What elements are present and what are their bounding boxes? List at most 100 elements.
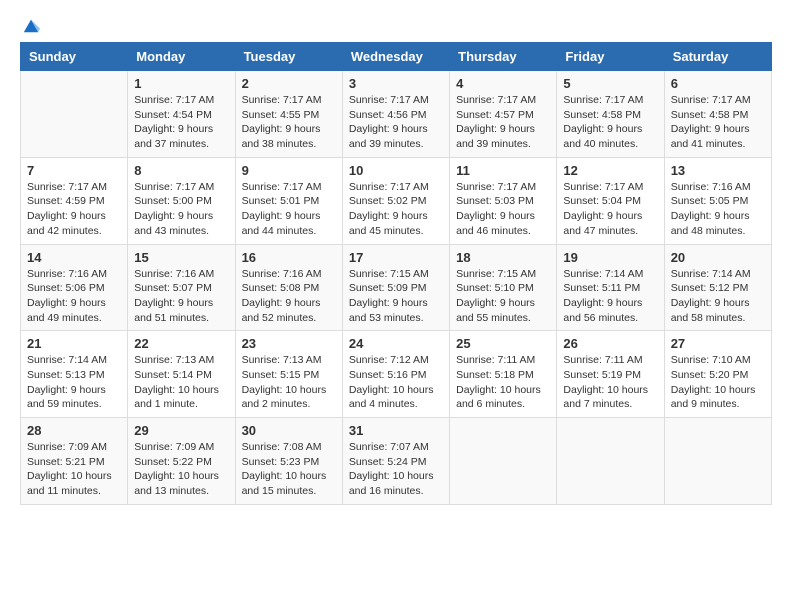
day-header-monday: Monday — [128, 43, 235, 71]
calendar-week-row: 7 Sunrise: 7:17 AM Sunset: 4:59 PM Daylig… — [21, 157, 772, 244]
day-number: 23 — [242, 336, 336, 351]
day-info: Sunrise: 7:11 AM Sunset: 5:18 PM Dayligh… — [456, 353, 550, 412]
day-number: 9 — [242, 163, 336, 178]
day-number: 20 — [671, 250, 765, 265]
day-number: 22 — [134, 336, 228, 351]
day-number: 14 — [27, 250, 121, 265]
day-number: 21 — [27, 336, 121, 351]
calendar-week-row: 21 Sunrise: 7:14 AM Sunset: 5:13 PM Dayli… — [21, 331, 772, 418]
day-info: Sunrise: 7:17 AM Sunset: 5:01 PM Dayligh… — [242, 180, 336, 239]
calendar-day-9: 9 Sunrise: 7:17 AM Sunset: 5:01 PM Daylig… — [235, 157, 342, 244]
calendar-day-16: 16Sunrise: 7:16 AM Sunset: 5:08 PM Dayli… — [235, 244, 342, 331]
day-info: Sunrise: 7:14 AM Sunset: 5:13 PM Dayligh… — [27, 353, 121, 412]
day-info: Sunrise: 7:08 AM Sunset: 5:23 PM Dayligh… — [242, 440, 336, 499]
calendar-day-7: 7 Sunrise: 7:17 AM Sunset: 4:59 PM Daylig… — [21, 157, 128, 244]
day-number: 26 — [563, 336, 657, 351]
calendar-day-24: 24 Sunrise: 7:12 AM Sunset: 5:16 PM Dayli… — [342, 331, 449, 418]
calendar-day-29: 29 Sunrise: 7:09 AM Sunset: 5:22 PM Dayli… — [128, 418, 235, 505]
calendar-table: SundayMondayTuesdayWednesdayThursdayFrid… — [20, 42, 772, 505]
day-info: Sunrise: 7:17 AM Sunset: 4:55 PM Dayligh… — [242, 93, 336, 152]
day-info: Sunrise: 7:17 AM Sunset: 4:58 PM Dayligh… — [563, 93, 657, 152]
day-info: Sunrise: 7:14 AM Sunset: 5:12 PM Dayligh… — [671, 267, 765, 326]
day-info: Sunrise: 7:15 AM Sunset: 5:10 PM Dayligh… — [456, 267, 550, 326]
day-info: Sunrise: 7:07 AM Sunset: 5:24 PM Dayligh… — [349, 440, 443, 499]
day-info: Sunrise: 7:11 AM Sunset: 5:19 PM Dayligh… — [563, 353, 657, 412]
day-info: Sunrise: 7:16 AM Sunset: 5:07 PM Dayligh… — [134, 267, 228, 326]
calendar-day-31: 31Sunrise: 7:07 AM Sunset: 5:24 PM Dayli… — [342, 418, 449, 505]
calendar-empty-cell — [664, 418, 771, 505]
calendar-day-20: 20 Sunrise: 7:14 AM Sunset: 5:12 PM Dayli… — [664, 244, 771, 331]
day-info: Sunrise: 7:17 AM Sunset: 4:54 PM Dayligh… — [134, 93, 228, 152]
calendar-day-4: 4Sunrise: 7:17 AM Sunset: 4:57 PM Daylig… — [450, 71, 557, 158]
calendar-empty-cell — [450, 418, 557, 505]
day-number: 1 — [134, 76, 228, 91]
logo-icon — [22, 16, 40, 34]
calendar-day-17: 17 Sunrise: 7:15 AM Sunset: 5:09 PM Dayli… — [342, 244, 449, 331]
day-number: 19 — [563, 250, 657, 265]
day-number: 7 — [27, 163, 121, 178]
page-header — [20, 16, 772, 34]
day-number: 24 — [349, 336, 443, 351]
calendar-header-row: SundayMondayTuesdayWednesdayThursdayFrid… — [21, 43, 772, 71]
day-info: Sunrise: 7:17 AM Sunset: 4:58 PM Dayligh… — [671, 93, 765, 152]
day-info: Sunrise: 7:12 AM Sunset: 5:16 PM Dayligh… — [349, 353, 443, 412]
day-number: 15 — [134, 250, 228, 265]
day-number: 18 — [456, 250, 550, 265]
calendar-day-18: 18 Sunrise: 7:15 AM Sunset: 5:10 PM Dayli… — [450, 244, 557, 331]
day-number: 10 — [349, 163, 443, 178]
day-header-thursday: Thursday — [450, 43, 557, 71]
calendar-day-27: 27Sunrise: 7:10 AM Sunset: 5:20 PM Dayli… — [664, 331, 771, 418]
day-header-friday: Friday — [557, 43, 664, 71]
day-header-saturday: Saturday — [664, 43, 771, 71]
calendar-day-11: 11 Sunrise: 7:17 AM Sunset: 5:03 PM Dayli… — [450, 157, 557, 244]
day-info: Sunrise: 7:09 AM Sunset: 5:22 PM Dayligh… — [134, 440, 228, 499]
calendar-day-13: 13 Sunrise: 7:16 AM Sunset: 5:05 PM Dayli… — [664, 157, 771, 244]
logo — [20, 16, 40, 34]
day-number: 16 — [242, 250, 336, 265]
calendar-week-row: 14 Sunrise: 7:16 AM Sunset: 5:06 PM Dayli… — [21, 244, 772, 331]
day-number: 11 — [456, 163, 550, 178]
day-number: 29 — [134, 423, 228, 438]
day-info: Sunrise: 7:17 AM Sunset: 5:04 PM Dayligh… — [563, 180, 657, 239]
calendar-week-row: 1 Sunrise: 7:17 AM Sunset: 4:54 PM Daylig… — [21, 71, 772, 158]
day-number: 4 — [456, 76, 550, 91]
day-info: Sunrise: 7:09 AM Sunset: 5:21 PM Dayligh… — [27, 440, 121, 499]
day-info: Sunrise: 7:16 AM Sunset: 5:06 PM Dayligh… — [27, 267, 121, 326]
day-number: 6 — [671, 76, 765, 91]
calendar-day-3: 3Sunrise: 7:17 AM Sunset: 4:56 PM Daylig… — [342, 71, 449, 158]
calendar-day-26: 26 Sunrise: 7:11 AM Sunset: 5:19 PM Dayli… — [557, 331, 664, 418]
day-info: Sunrise: 7:17 AM Sunset: 4:59 PM Dayligh… — [27, 180, 121, 239]
day-info: Sunrise: 7:10 AM Sunset: 5:20 PM Dayligh… — [671, 353, 765, 412]
day-number: 2 — [242, 76, 336, 91]
calendar-day-1: 1 Sunrise: 7:17 AM Sunset: 4:54 PM Daylig… — [128, 71, 235, 158]
calendar-day-28: 28 Sunrise: 7:09 AM Sunset: 5:21 PM Dayli… — [21, 418, 128, 505]
calendar-day-14: 14 Sunrise: 7:16 AM Sunset: 5:06 PM Dayli… — [21, 244, 128, 331]
day-number: 17 — [349, 250, 443, 265]
day-info: Sunrise: 7:14 AM Sunset: 5:11 PM Dayligh… — [563, 267, 657, 326]
calendar-day-12: 12Sunrise: 7:17 AM Sunset: 5:04 PM Dayli… — [557, 157, 664, 244]
day-header-tuesday: Tuesday — [235, 43, 342, 71]
calendar-day-6: 6 Sunrise: 7:17 AM Sunset: 4:58 PM Daylig… — [664, 71, 771, 158]
day-info: Sunrise: 7:13 AM Sunset: 5:15 PM Dayligh… — [242, 353, 336, 412]
calendar-day-30: 30 Sunrise: 7:08 AM Sunset: 5:23 PM Dayli… — [235, 418, 342, 505]
day-number: 28 — [27, 423, 121, 438]
day-info: Sunrise: 7:17 AM Sunset: 5:00 PM Dayligh… — [134, 180, 228, 239]
day-number: 25 — [456, 336, 550, 351]
day-number: 30 — [242, 423, 336, 438]
day-number: 8 — [134, 163, 228, 178]
day-info: Sunrise: 7:15 AM Sunset: 5:09 PM Dayligh… — [349, 267, 443, 326]
day-number: 5 — [563, 76, 657, 91]
day-info: Sunrise: 7:13 AM Sunset: 5:14 PM Dayligh… — [134, 353, 228, 412]
calendar-day-23: 23 Sunrise: 7:13 AM Sunset: 5:15 PM Dayli… — [235, 331, 342, 418]
calendar-empty-cell — [21, 71, 128, 158]
day-info: Sunrise: 7:17 AM Sunset: 5:03 PM Dayligh… — [456, 180, 550, 239]
day-info: Sunrise: 7:17 AM Sunset: 4:56 PM Dayligh… — [349, 93, 443, 152]
calendar-day-21: 21 Sunrise: 7:14 AM Sunset: 5:13 PM Dayli… — [21, 331, 128, 418]
day-info: Sunrise: 7:17 AM Sunset: 5:02 PM Dayligh… — [349, 180, 443, 239]
day-header-sunday: Sunday — [21, 43, 128, 71]
day-info: Sunrise: 7:16 AM Sunset: 5:05 PM Dayligh… — [671, 180, 765, 239]
day-number: 13 — [671, 163, 765, 178]
calendar-week-row: 28 Sunrise: 7:09 AM Sunset: 5:21 PM Dayli… — [21, 418, 772, 505]
calendar-day-22: 22 Sunrise: 7:13 AM Sunset: 5:14 PM Dayli… — [128, 331, 235, 418]
calendar-day-8: 8 Sunrise: 7:17 AM Sunset: 5:00 PM Daylig… — [128, 157, 235, 244]
